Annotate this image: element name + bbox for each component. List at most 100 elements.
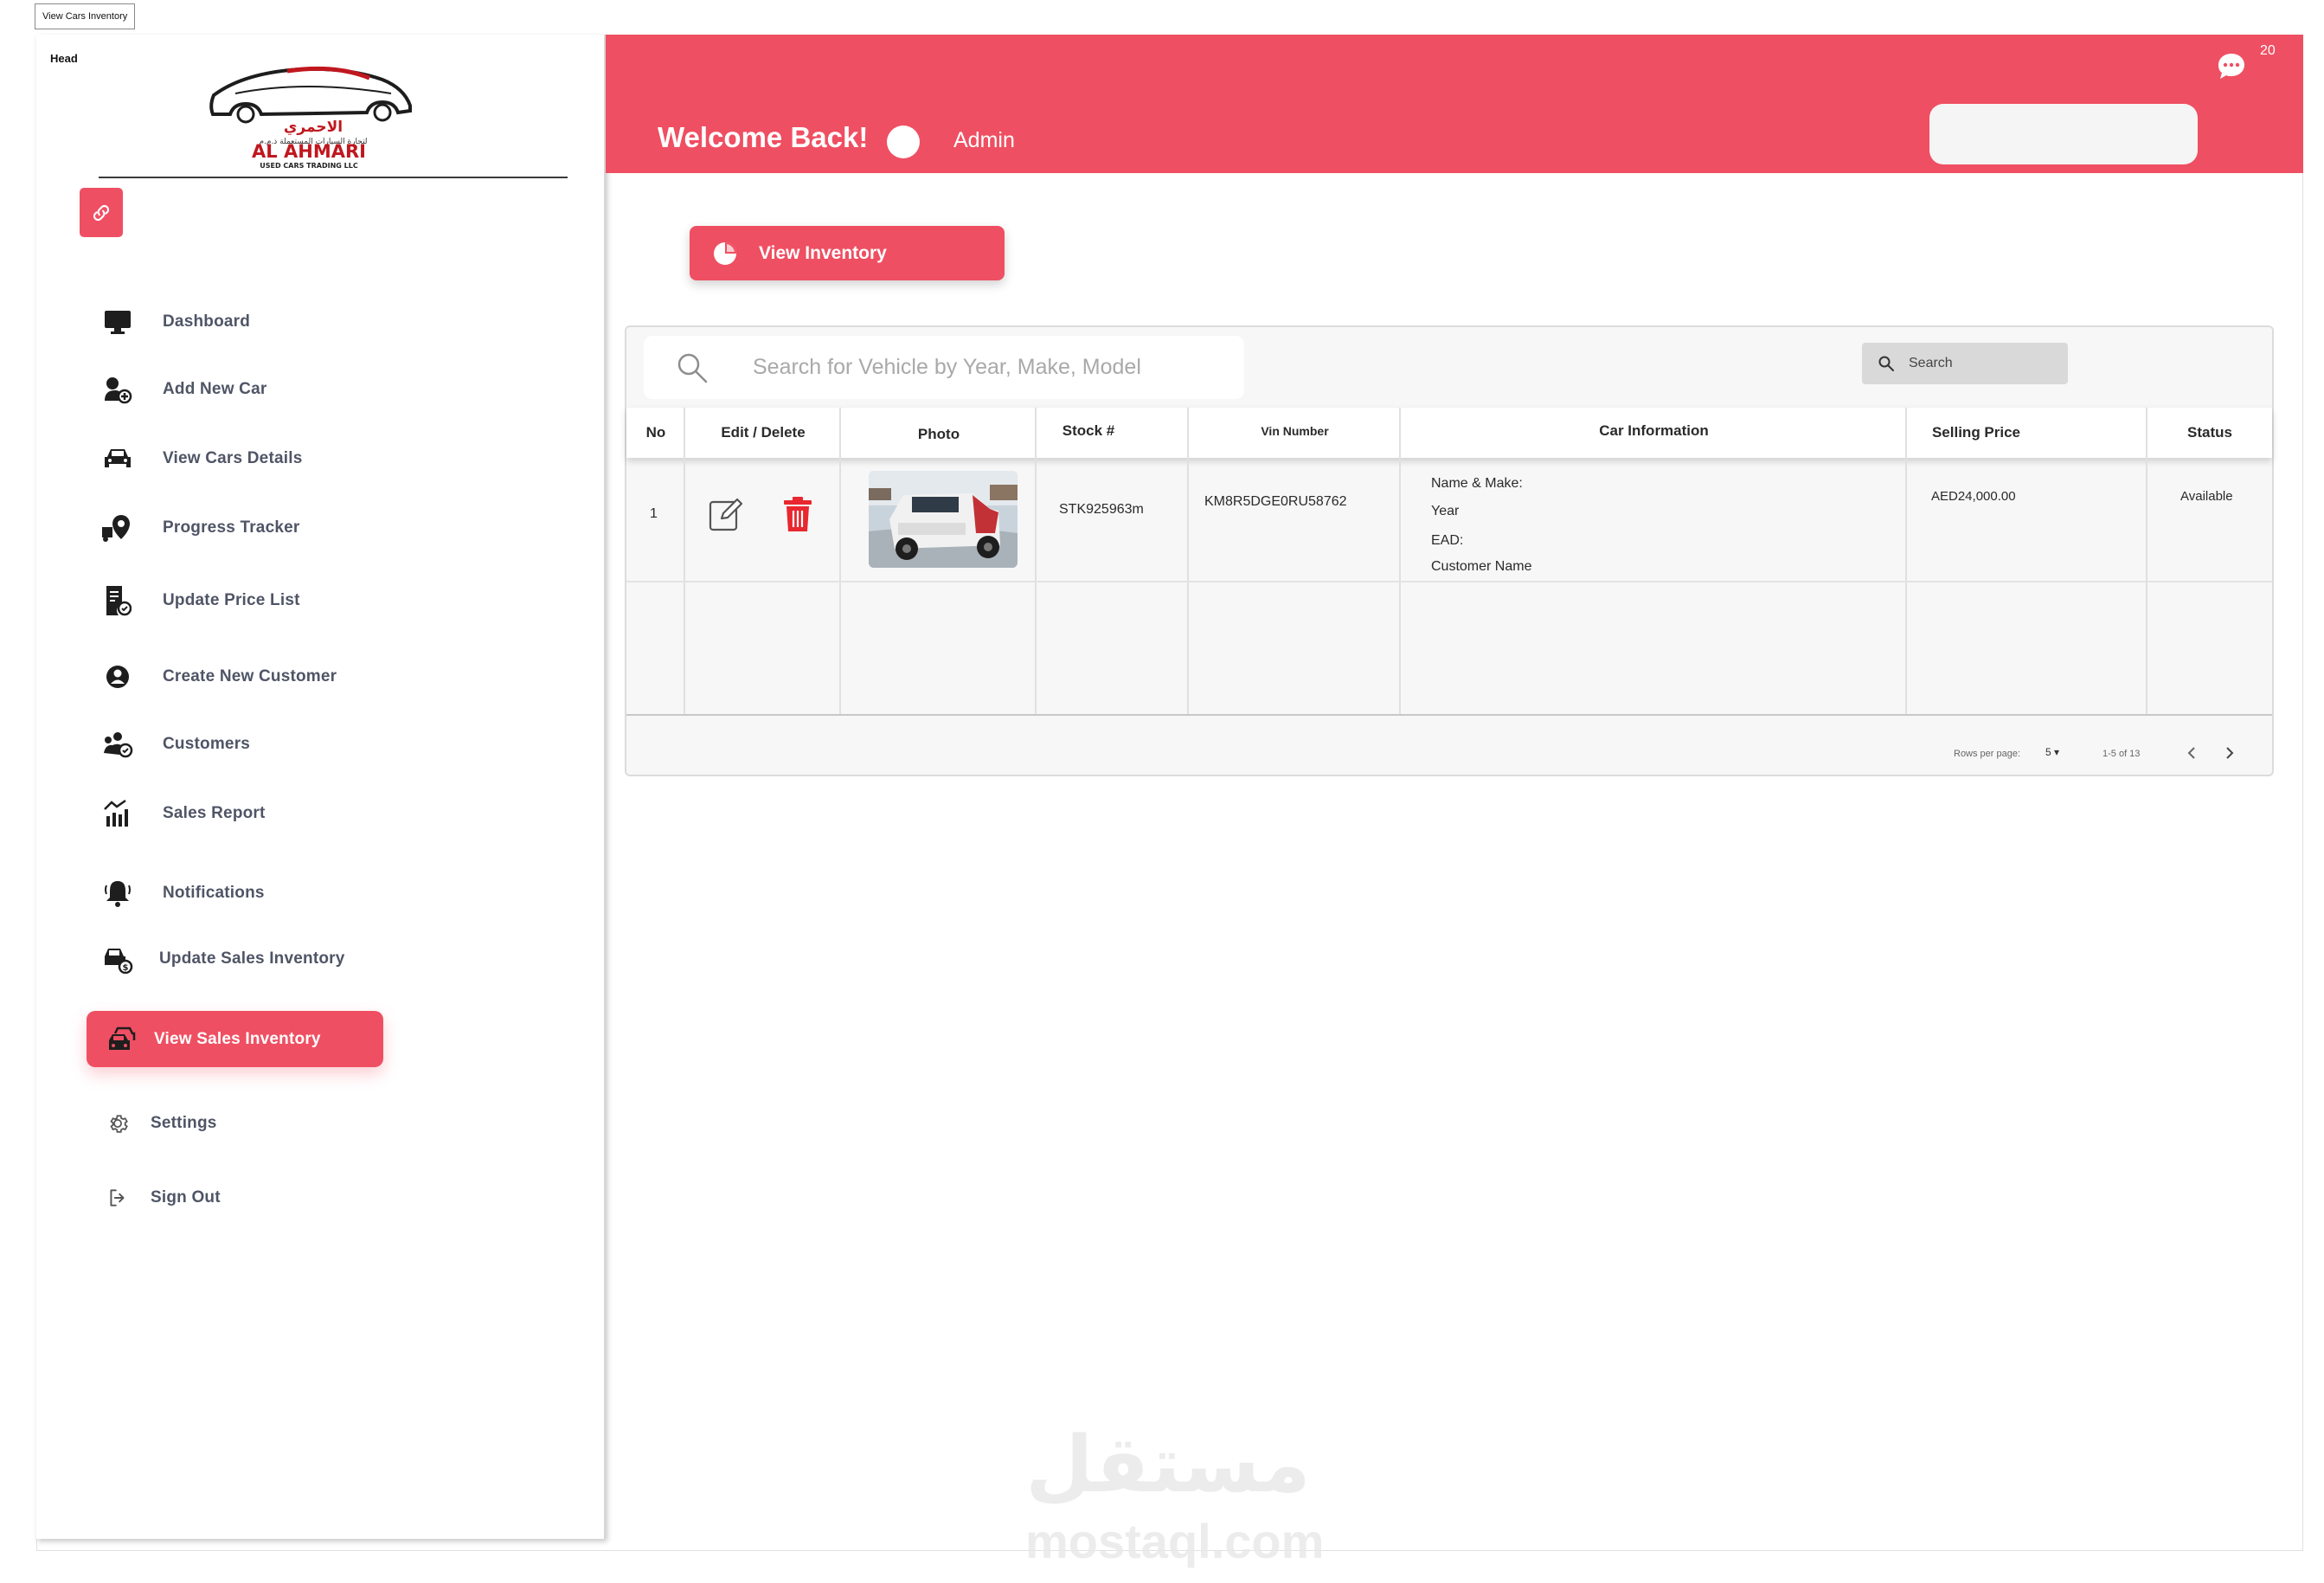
caret-down-icon: ▾ bbox=[2051, 746, 2060, 758]
delete-icon[interactable] bbox=[782, 496, 813, 532]
cell-price: AED24,000.00 bbox=[1931, 489, 2016, 504]
sign-out-icon bbox=[99, 1179, 137, 1217]
vehicle-search-input[interactable] bbox=[753, 355, 1203, 380]
cell-info-year: Year bbox=[1431, 504, 1460, 518]
chat-icon[interactable] bbox=[2215, 50, 2248, 83]
sidebar-item-update-price-list[interactable]: Update Price List bbox=[99, 582, 300, 620]
sales-report-icon bbox=[99, 795, 137, 833]
status-dot bbox=[887, 125, 920, 158]
sidebar-toggle-button[interactable] bbox=[80, 188, 123, 237]
column-header-selling-price[interactable]: Selling Price bbox=[1907, 408, 2045, 458]
sidebar-item-create-new-customer[interactable]: Create New Customer bbox=[99, 658, 337, 696]
column-header-status[interactable]: Status bbox=[2147, 408, 2272, 458]
logo-divider bbox=[99, 177, 568, 178]
sidebar-item-label: Update Sales Inventory bbox=[159, 949, 345, 968]
column-divider bbox=[839, 408, 841, 714]
pie-chart-icon bbox=[714, 241, 736, 265]
welcome-title: Welcome Back! bbox=[658, 121, 869, 153]
car-dollar-icon: $ bbox=[99, 940, 137, 978]
cell-info-name-make: Name & Make: bbox=[1431, 476, 1523, 491]
head-label: Head bbox=[50, 52, 78, 65]
view-inventory-button[interactable]: View Inventory bbox=[690, 226, 1005, 280]
gear-icon bbox=[99, 1104, 137, 1142]
column-header-stock[interactable]: Stock # bbox=[1037, 406, 1140, 456]
column-header-vin[interactable]: Vin Number bbox=[1189, 406, 1401, 456]
sidebar-item-label: Settings bbox=[151, 1114, 217, 1132]
table-footer: Rows per page: 5 ▾ 1-5 of 13 bbox=[626, 714, 2272, 775]
logo-tagline: USED CARS TRADING LLC bbox=[260, 162, 358, 170]
price-list-icon bbox=[99, 582, 137, 620]
link-icon bbox=[93, 204, 110, 221]
sidebar-item-label: View Cars Details bbox=[163, 449, 303, 467]
top-header: Welcome Back! Admin 20 bbox=[606, 35, 2303, 173]
sidebar-item-label: Customers bbox=[163, 735, 251, 753]
inventory-panel: Search No Edit / Delete Photo Stock # Vi… bbox=[625, 325, 2274, 776]
sidebar-item-label: Add New Car bbox=[163, 380, 267, 398]
column-divider bbox=[2146, 408, 2147, 714]
add-car-icon bbox=[99, 370, 137, 409]
bell-icon bbox=[99, 874, 137, 912]
cell-status: Available bbox=[2180, 489, 2233, 504]
edit-icon[interactable] bbox=[708, 496, 744, 532]
watermark-arabic: مستقل bbox=[1025, 1422, 1311, 1509]
car-photo bbox=[869, 471, 1018, 568]
search-icon bbox=[1878, 356, 1894, 371]
sidebar-item-label: Sales Report bbox=[163, 804, 266, 822]
search-button-label: Search bbox=[1909, 356, 1953, 370]
column-header-no[interactable]: No bbox=[626, 408, 685, 458]
header-search-field[interactable] bbox=[1929, 104, 2198, 164]
svg-text:$: $ bbox=[123, 963, 129, 973]
row-divider bbox=[626, 581, 2272, 582]
cell-info-ead: EAD: bbox=[1431, 533, 1464, 548]
rows-per-page-select[interactable]: 5 ▾ bbox=[2045, 746, 2059, 758]
user-role: Admin bbox=[953, 128, 1015, 152]
cell-stock: STK925963m bbox=[1059, 502, 1144, 517]
vehicle-search-box bbox=[644, 336, 1244, 399]
rows-per-page-value: 5 bbox=[2045, 746, 2051, 758]
logo-arabic: الاحمري bbox=[284, 119, 343, 136]
monitor-icon bbox=[99, 303, 137, 341]
sidebar-item-dashboard[interactable]: Dashboard bbox=[99, 303, 250, 341]
sidebar-item-update-sales-inventory[interactable]: $ Update Sales Inventory bbox=[99, 940, 345, 978]
sidebar-item-view-sales-inventory[interactable]: View Sales Inventory bbox=[87, 1011, 383, 1067]
watermark: مستقل mostaql.com bbox=[1025, 1419, 1324, 1568]
column-header-car-info[interactable]: Car Information bbox=[1401, 406, 1907, 456]
sidebar: Head الاحمري لتجارة السيارات المستعملة ذ… bbox=[36, 35, 606, 1539]
column-divider bbox=[1905, 408, 1907, 714]
customers-icon bbox=[99, 725, 137, 763]
sidebar-item-label: Notifications bbox=[163, 884, 265, 902]
column-header-edit-delete[interactable]: Edit / Delete bbox=[685, 408, 841, 458]
page-tab[interactable]: View Cars Inventory bbox=[35, 3, 136, 29]
column-header-photo[interactable]: Photo bbox=[841, 409, 1037, 460]
sidebar-item-settings[interactable]: Settings bbox=[99, 1104, 217, 1142]
sidebar-item-label: Sign Out bbox=[151, 1188, 221, 1207]
sidebar-item-progress-tracker[interactable]: Progress Tracker bbox=[99, 509, 299, 547]
column-divider bbox=[1187, 408, 1189, 714]
column-divider bbox=[1399, 408, 1401, 714]
sidebar-item-add-new-car[interactable]: Add New Car bbox=[99, 370, 266, 409]
search-button[interactable]: Search bbox=[1862, 343, 2068, 384]
logo-brand: AL AHMARI bbox=[252, 141, 366, 162]
search-icon bbox=[677, 353, 708, 383]
user-icon bbox=[99, 658, 137, 696]
sidebar-item-sales-report[interactable]: Sales Report bbox=[99, 795, 266, 833]
sidebar-item-label: Dashboard bbox=[163, 312, 251, 331]
column-divider bbox=[684, 408, 685, 714]
company-logo: الاحمري لتجارة السيارات المستعملة ذ.م.م … bbox=[209, 66, 412, 170]
sidebar-item-label: Update Price List bbox=[163, 591, 300, 609]
chevron-right-icon[interactable] bbox=[2220, 743, 2239, 763]
tracker-icon bbox=[99, 509, 137, 547]
sidebar-item-sign-out[interactable]: Sign Out bbox=[99, 1179, 221, 1217]
sidebar-item-label: View Sales Inventory bbox=[154, 1029, 321, 1048]
cell-vin: KM8R5DGE0RU58762 bbox=[1204, 494, 1347, 509]
cars-icon bbox=[104, 1020, 142, 1059]
sidebar-item-customers[interactable]: Customers bbox=[99, 725, 250, 763]
pagination-range: 1-5 of 13 bbox=[2103, 749, 2141, 759]
cell-no: 1 bbox=[650, 506, 658, 521]
rows-per-page-label: Rows per page: bbox=[1954, 749, 2021, 759]
column-divider bbox=[1035, 408, 1037, 714]
sidebar-item-view-cars-details[interactable]: View Cars Details bbox=[99, 440, 302, 478]
sidebar-item-notifications[interactable]: Notifications bbox=[99, 874, 265, 912]
chevron-left-icon[interactable] bbox=[2182, 743, 2201, 763]
view-inventory-label: View Inventory bbox=[759, 242, 887, 263]
